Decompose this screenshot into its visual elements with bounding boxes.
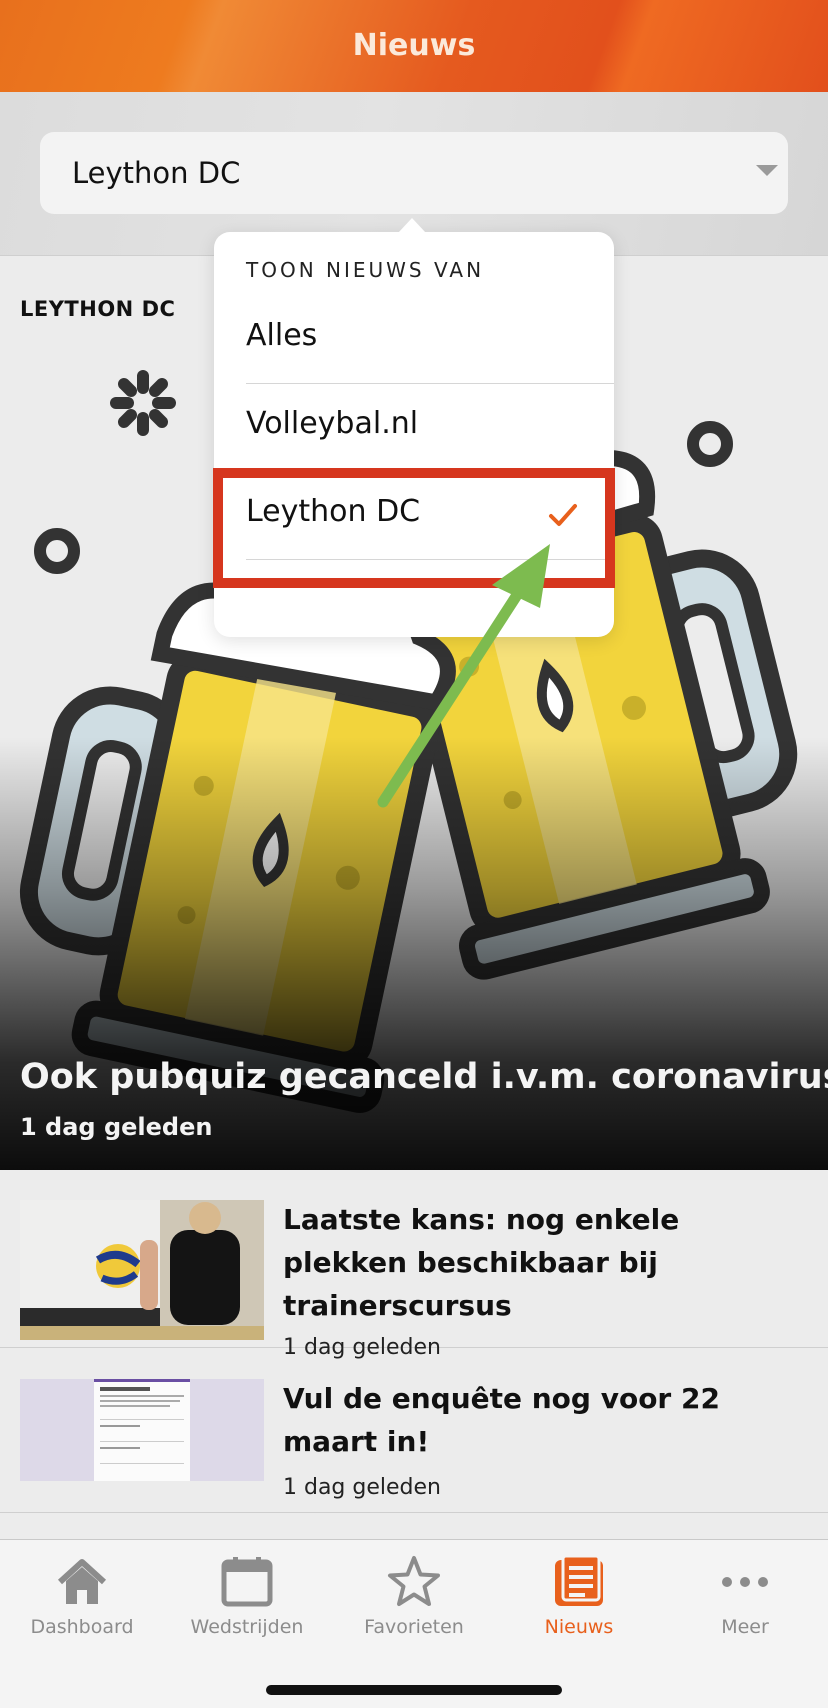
article-title[interactable]: Laatste kans: nog enkele plekken beschik… (283, 1198, 808, 1327)
tab-label: Meer (721, 1616, 769, 1638)
home-indicator (266, 1685, 562, 1695)
page-title: Nieuws (352, 27, 476, 63)
source-popover: TOON NIEUWS VAN Alles Volleybal.nl Leyth… (214, 218, 614, 637)
option-label: Alles (246, 318, 318, 353)
article-time: 1 dag geleden (283, 1475, 441, 1500)
list-item[interactable]: Laatste kans: nog enkele plekken beschik… (0, 1170, 828, 1360)
home-icon (57, 1559, 107, 1604)
news-icon (555, 1554, 603, 1606)
list-item[interactable]: Vul de enquête nog voor 22 maart in! 1 d… (0, 1349, 828, 1513)
tab-label: Favorieten (364, 1616, 464, 1638)
option-label: Leython DC (246, 494, 421, 529)
article-title[interactable]: Vul de enquête nog voor 22 maart in! (283, 1377, 808, 1463)
tab-bar: Dashboard Wedstrijden Favorieten Nieuws (0, 1539, 828, 1708)
volleyball-players-photo (20, 1200, 264, 1340)
club-label: LEYTHON DC (20, 297, 176, 321)
popover-heading: TOON NIEUWS VAN (246, 258, 485, 282)
hero-gradient (0, 737, 828, 1170)
tab-dashboard[interactable]: Dashboard (7, 1554, 157, 1654)
featured-time: 1 dag geleden (20, 1113, 213, 1141)
tab-nieuws[interactable]: Nieuws (504, 1554, 654, 1654)
star-icon (388, 1556, 440, 1606)
tab-label: Nieuws (544, 1616, 614, 1638)
option-volleybal[interactable]: Volleybal.nl (246, 384, 614, 472)
checkmark-icon (549, 504, 577, 526)
more-icon (722, 1577, 768, 1587)
tab-meer[interactable]: Meer (670, 1554, 820, 1654)
tab-label: Wedstrijden (190, 1616, 304, 1638)
app-header: Nieuws (0, 0, 828, 92)
chevron-down-icon (756, 165, 778, 176)
source-select-value: Leython DC (72, 156, 241, 190)
option-leython-dc[interactable]: Leython DC (246, 472, 614, 560)
source-select[interactable]: Leython DC (40, 132, 788, 214)
tab-wedstrijden[interactable]: Wedstrijden (172, 1554, 322, 1654)
survey-form-screenshot (20, 1379, 264, 1481)
option-label: Volleybal.nl (246, 406, 419, 441)
featured-title[interactable]: Ook pubquiz gecanceld i.v.m. coronavirus (20, 1057, 828, 1097)
tab-favorieten[interactable]: Favorieten (339, 1554, 489, 1654)
sparkle-icon (110, 370, 176, 436)
tab-label: Dashboard (30, 1616, 134, 1638)
option-alles[interactable]: Alles (246, 296, 614, 384)
calendar-icon (221, 1557, 273, 1607)
